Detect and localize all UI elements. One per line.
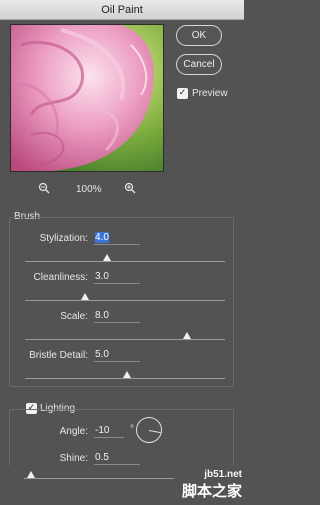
- angle-unit: °: [130, 424, 134, 435]
- brush-panel: Stylization: 4.0 Cleanliness: 3.0 Scale:…: [9, 217, 234, 387]
- preview-checkbox[interactable]: ✓: [177, 88, 188, 99]
- lighting-panel: Angle: -10 ° Shine: 0.5: [9, 409, 234, 466]
- cleanliness-label: Cleanliness:: [33, 272, 88, 283]
- flower-preview-art: [11, 25, 163, 171]
- watermark-line2: 脚本之家: [181, 482, 242, 500]
- zoom-out-icon[interactable]: [38, 182, 50, 196]
- shine-slider-track[interactable]: [24, 478, 174, 479]
- zoom-in-icon[interactable]: [124, 182, 136, 196]
- stylization-slider-track[interactable]: [25, 261, 225, 262]
- zoom-level: 100%: [76, 184, 102, 195]
- angle-label: Angle:: [59, 426, 88, 437]
- cleanliness-field[interactable]: 3.0: [94, 271, 140, 284]
- cleanliness-slider-track[interactable]: [25, 300, 225, 301]
- angle-field[interactable]: -10: [94, 425, 124, 438]
- stylization-label: Stylization:: [39, 233, 88, 244]
- preview-label: Preview: [192, 88, 228, 99]
- angle-dial[interactable]: [136, 417, 162, 443]
- scale-field[interactable]: 8.0: [94, 310, 140, 323]
- bristle-detail-slider-thumb[interactable]: [123, 371, 131, 378]
- angle-dial-needle: [148, 430, 161, 434]
- bristle-detail-slider-track[interactable]: [25, 378, 225, 379]
- scale-slider-thumb[interactable]: [183, 332, 191, 339]
- bristle-detail-label: Bristle Detail:: [29, 350, 88, 361]
- scale-label: Scale:: [60, 311, 88, 322]
- stylization-slider-thumb[interactable]: [103, 254, 111, 261]
- stylization-value: 4.0: [95, 232, 109, 243]
- watermark: jb51.net 脚本之家: [182, 469, 242, 501]
- dialog-title: Oil Paint: [0, 0, 244, 20]
- preview-image[interactable]: [10, 24, 164, 172]
- bristle-detail-field[interactable]: 5.0: [94, 349, 140, 362]
- shine-slider-thumb[interactable]: [27, 471, 35, 478]
- shine-label: Shine:: [59, 453, 88, 464]
- shine-field[interactable]: 0.5: [94, 452, 140, 465]
- cleanliness-slider-thumb[interactable]: [81, 293, 89, 300]
- ok-button[interactable]: OK: [176, 25, 222, 46]
- stylization-field[interactable]: 4.0: [94, 232, 140, 245]
- scale-slider-track[interactable]: [25, 339, 225, 340]
- cancel-button[interactable]: Cancel: [176, 54, 222, 75]
- watermark-line1: jb51.net: [204, 469, 242, 480]
